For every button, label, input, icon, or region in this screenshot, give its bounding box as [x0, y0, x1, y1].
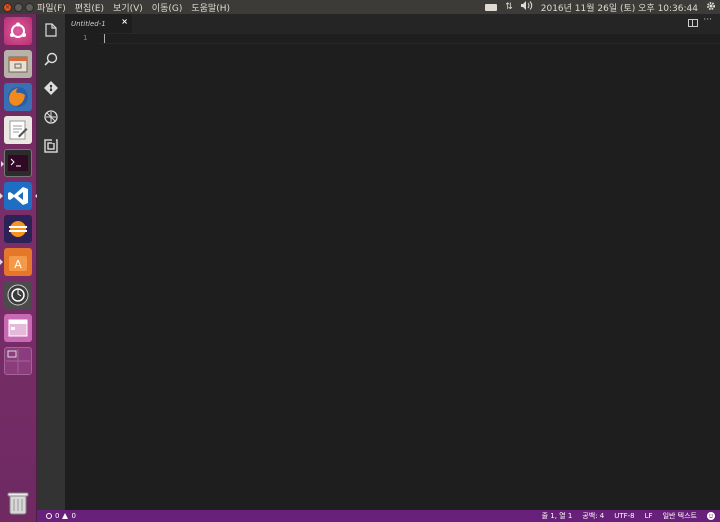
- menu-file[interactable]: 파일(F): [37, 1, 66, 14]
- warning-icon: [62, 513, 69, 519]
- volume-icon[interactable]: [520, 1, 533, 13]
- indicators: ⇅ 2016년 11월 26일 (토) 오후 10:36:44: [485, 1, 720, 14]
- tab-label: Untitled-1: [71, 19, 106, 28]
- git-icon[interactable]: [43, 80, 59, 96]
- text-cursor: [104, 34, 105, 43]
- text-editor-icon[interactable]: [4, 116, 32, 144]
- firefox-icon[interactable]: [4, 83, 32, 111]
- search-icon[interactable]: [43, 51, 59, 67]
- editor[interactable]: 1: [65, 33, 720, 510]
- close-window-button[interactable]: ×: [3, 2, 12, 12]
- error-count: 0: [55, 512, 60, 520]
- encoding[interactable]: UTF-8: [614, 512, 634, 520]
- more-actions-icon[interactable]: ···: [703, 15, 712, 25]
- menu-edit[interactable]: 편집(E): [75, 1, 104, 14]
- indentation[interactable]: 공백: 4: [582, 511, 604, 521]
- desktop: × 파일(F) 편집(E) 보기(V) 이동(G) 도움말(H) ⇅ 2016년…: [0, 0, 720, 522]
- launcher: A: [0, 14, 38, 522]
- menu-goto[interactable]: 이동(G): [152, 1, 183, 14]
- terminal-icon[interactable]: [1, 149, 32, 177]
- window-app-icon[interactable]: [4, 314, 32, 342]
- activity-bar: [37, 14, 65, 510]
- tab-untitled-1[interactable]: Untitled-1 ×: [65, 14, 132, 33]
- tab-close-icon[interactable]: ×: [121, 17, 128, 26]
- settings-icon[interactable]: [706, 1, 716, 14]
- running-indicator: [1, 161, 4, 167]
- minimize-window-button[interactable]: [14, 2, 23, 12]
- error-icon: [46, 513, 52, 519]
- keyboard-icon[interactable]: [485, 3, 498, 11]
- trash-icon[interactable]: [4, 489, 32, 517]
- maximize-window-button[interactable]: [25, 2, 34, 12]
- svg-text:A: A: [14, 258, 22, 271]
- extensions-icon[interactable]: [43, 138, 59, 154]
- datetime[interactable]: 2016년 11월 26일 (토) 오후 10:36:44: [541, 1, 698, 14]
- warning-count: 0: [71, 512, 76, 520]
- status-bar: 0 0 줄 1, 열 1 공백: 4 UTF-8 LF 일반 텍스트: [37, 510, 720, 522]
- running-indicator: [0, 193, 3, 199]
- cursor-position[interactable]: 줄 1, 열 1: [542, 511, 573, 521]
- top-panel: × 파일(F) 편집(E) 보기(V) 이동(G) 도움말(H) ⇅ 2016년…: [0, 0, 720, 14]
- editor-tabs-bar: Untitled-1 × ···: [65, 14, 720, 33]
- software-center-icon[interactable]: A: [0, 248, 32, 276]
- feedback-smiley-icon[interactable]: [707, 512, 715, 520]
- menu-view[interactable]: 보기(V): [113, 1, 143, 14]
- eclipse-icon[interactable]: [4, 215, 32, 243]
- end-of-line[interactable]: LF: [645, 512, 653, 520]
- status-right: 줄 1, 열 1 공백: 4 UTF-8 LF 일반 텍스트: [542, 511, 720, 521]
- menu-bar: 파일(F) 편집(E) 보기(V) 이동(G) 도움말(H): [37, 1, 230, 14]
- line-number: 1: [83, 34, 88, 42]
- current-line-highlight: [101, 33, 720, 44]
- software-updater-icon[interactable]: [4, 281, 32, 309]
- files-icon[interactable]: [4, 50, 32, 78]
- running-indicator: [0, 259, 3, 265]
- problems-indicator[interactable]: 0 0: [37, 512, 76, 520]
- workspace-switcher-icon[interactable]: [4, 347, 32, 375]
- window-controls: ×: [0, 2, 37, 12]
- debug-icon[interactable]: [43, 109, 59, 125]
- dash-icon[interactable]: [4, 17, 32, 45]
- explorer-icon[interactable]: [43, 22, 59, 38]
- vscode-icon[interactable]: [0, 182, 38, 210]
- language-mode[interactable]: 일반 텍스트: [663, 511, 697, 521]
- split-editor-icon[interactable]: [688, 19, 698, 27]
- menu-help[interactable]: 도움말(H): [191, 1, 230, 14]
- network-icon[interactable]: ⇅: [505, 2, 513, 12]
